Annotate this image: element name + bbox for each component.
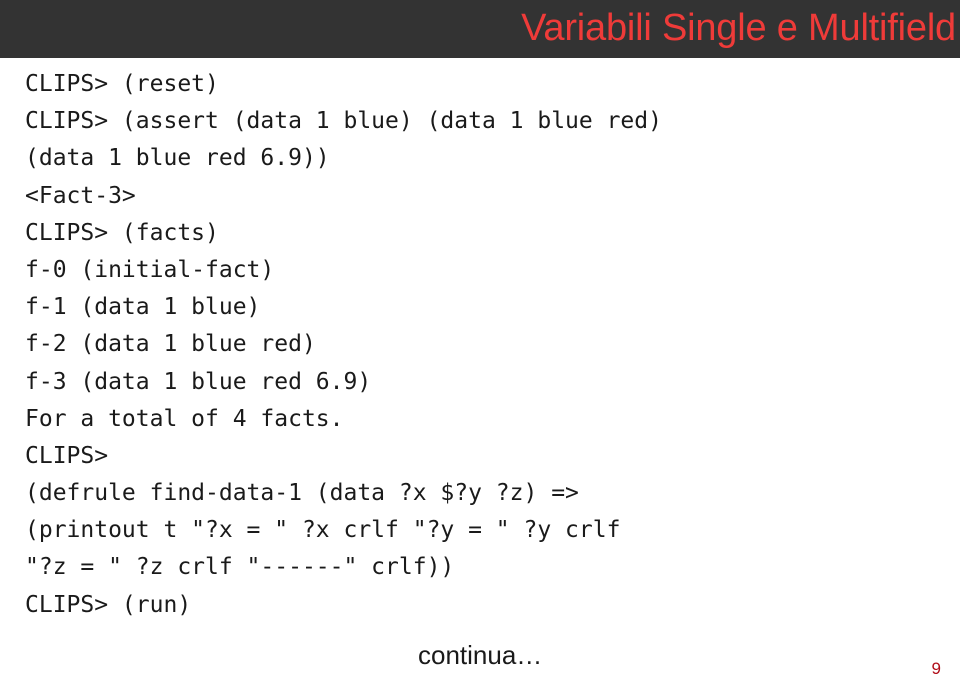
slide-title-bar: Variabili Single e Multifield <box>0 0 960 58</box>
terminal-line: f-3 (data 1 blue red 6.9) <box>25 368 372 395</box>
terminal-line: For a total of 4 facts. <box>25 405 344 432</box>
terminal-line: <Fact-3> <box>25 182 136 209</box>
terminal-line: CLIPS> (facts) <box>25 219 219 246</box>
terminal-line: f-1 (data 1 blue) <box>25 294 261 321</box>
terminal-line: CLIPS> (reset) <box>25 71 219 97</box>
terminal-line: f-0 (initial-fact) <box>25 256 275 283</box>
terminal-line: (data 1 blue red 6.9)) <box>25 145 330 172</box>
terminal-line: "?z = " ?z crlf "------" crlf)) <box>25 554 455 581</box>
terminal-line: (defrule find-data-1 (data ?x $?y ?z) => <box>25 480 579 507</box>
page-title: Variabili Single e Multifield <box>521 7 956 49</box>
terminal-line: f-2 (data 1 blue red) <box>25 331 316 358</box>
page-number: 9 <box>931 659 941 678</box>
terminal-line: CLIPS> <box>25 442 109 469</box>
terminal-line: CLIPS> (run) <box>25 591 192 618</box>
terminal-transcript: CLIPS> (reset) CLIPS> (assert (data 1 blu… <box>25 66 945 624</box>
terminal-line: (printout t "?x = " ?x crlf "?y = " ?y c… <box>25 517 621 544</box>
terminal-line: CLIPS> (assert (data 1 blue) (data 1 blu… <box>25 108 662 135</box>
continuation-note: continua… <box>418 640 543 670</box>
